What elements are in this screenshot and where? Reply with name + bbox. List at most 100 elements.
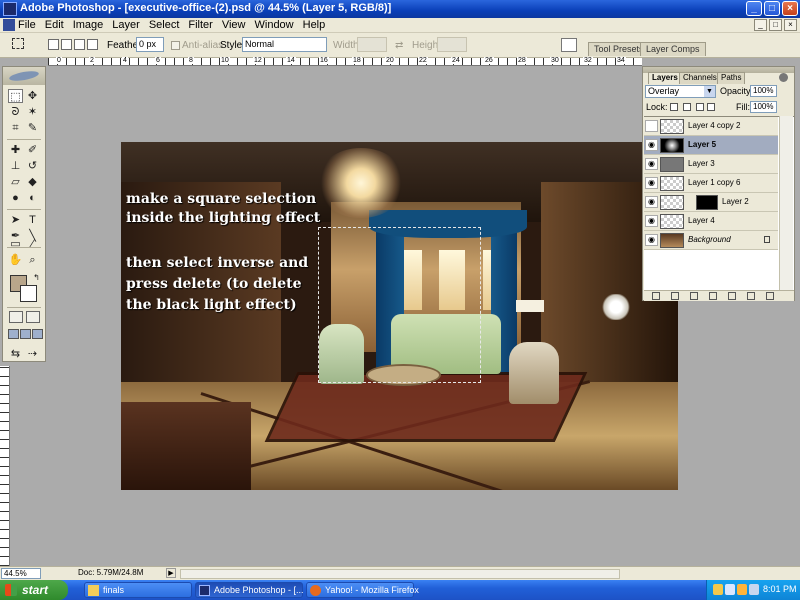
minimize-button[interactable]: _ [746, 1, 762, 16]
menu-edit[interactable]: Edit [45, 19, 64, 31]
tab-layers[interactable]: Layers [648, 72, 682, 84]
magic-wand-tool-icon[interactable]: ✶ [25, 105, 40, 119]
lock-all-icon[interactable] [707, 103, 715, 111]
opacity-input[interactable]: 100% [750, 85, 777, 97]
move-tool-icon[interactable]: ✥ [25, 89, 40, 103]
eye-icon[interactable]: ◉ [645, 215, 658, 227]
eye-icon[interactable]: ◉ [645, 177, 658, 189]
doc-restore-button[interactable]: □ [769, 19, 782, 31]
layer-row[interactable]: ◉ Background [644, 231, 778, 250]
antialias-checkbox[interactable] [171, 41, 180, 50]
visibility-toggle[interactable] [645, 120, 658, 132]
clone-stamp-tool-icon[interactable]: ⊥ [8, 159, 23, 173]
zoom-tool-icon[interactable]: ⌕ [25, 253, 40, 267]
rect-marquee-tool-icon[interactable]: ⬚ [8, 89, 23, 103]
rectangular-marquee-preset-icon[interactable] [12, 38, 24, 49]
height-input[interactable] [437, 37, 467, 52]
lock-image-icon[interactable] [683, 103, 691, 111]
history-brush-tool-icon[interactable]: ↺ [25, 159, 40, 173]
document-canvas[interactable]: make a square selection inside the light… [121, 142, 678, 490]
path-selection-tool-icon[interactable]: ➤ [8, 213, 23, 227]
new-group-icon[interactable] [728, 292, 736, 300]
layers-scrollbar[interactable] [779, 116, 793, 290]
eye-icon[interactable]: ◉ [645, 196, 658, 208]
layer-row[interactable]: ◉ Layer 3 [644, 155, 778, 174]
trash-icon[interactable] [766, 292, 774, 300]
volume-icon[interactable] [749, 584, 759, 595]
tab-channels[interactable]: Channels [679, 72, 721, 84]
menu-window[interactable]: Window [255, 19, 294, 31]
close-button[interactable]: × [782, 1, 798, 16]
taskbar-item-firefox[interactable]: Yahoo! - Mozilla Firefox [306, 582, 419, 598]
hand-tool-icon[interactable]: ✋ [8, 253, 23, 267]
quick-mask-mode-button[interactable] [26, 311, 40, 323]
marquee-selection[interactable] [318, 227, 481, 383]
blur-tool-icon[interactable]: ● [8, 191, 23, 205]
background-color-swatch[interactable] [20, 285, 37, 302]
add-mask-icon[interactable] [690, 292, 698, 300]
lock-transparency-icon[interactable] [670, 103, 678, 111]
palette-well-icon[interactable] [561, 38, 577, 52]
menu-image[interactable]: Image [73, 19, 104, 31]
palette-menu-icon[interactable] [779, 73, 788, 82]
layer-row[interactable]: ◉ Layer 5 [644, 136, 778, 155]
horizontal-scrollbar[interactable] [180, 569, 620, 579]
layer-row[interactable]: Layer 4 copy 2 [644, 117, 778, 136]
layer-row[interactable]: ◉ Layer 4 [644, 212, 778, 231]
maximize-button[interactable]: □ [764, 1, 780, 16]
lasso-tool-icon[interactable]: ᘐ [8, 105, 23, 119]
jump-to-imageready-icon[interactable]: ⇆ [8, 347, 23, 361]
start-button[interactable]: start [0, 580, 68, 600]
style-select[interactable]: Normal [242, 37, 327, 52]
menu-layer[interactable]: Layer [112, 19, 140, 31]
dodge-tool-icon[interactable]: ◐ [25, 191, 40, 205]
subtract-selection-icon[interactable] [74, 39, 85, 50]
tab-paths[interactable]: Paths [717, 72, 746, 84]
eyedropper-tool-icon[interactable]: ⁄ [25, 237, 40, 251]
shield-icon[interactable] [713, 584, 723, 595]
doc-close-button[interactable]: × [784, 19, 797, 31]
tab-layer-comps[interactable]: Layer Comps [640, 42, 706, 56]
security-alert-icon[interactable] [737, 584, 747, 595]
zoom-field[interactable]: 44.5% [1, 568, 41, 579]
brush-tool-icon[interactable]: ✐ [25, 143, 40, 157]
standard-screen-button[interactable] [8, 329, 19, 339]
taskbar-item-finals[interactable]: finals [84, 582, 192, 598]
photoshop-app-icon[interactable] [3, 2, 17, 16]
intersect-selection-icon[interactable] [87, 39, 98, 50]
feather-input[interactable]: 0 px [136, 37, 164, 52]
eye-icon[interactable]: ◉ [645, 139, 658, 151]
taskbar-item-photoshop[interactable]: Adobe Photoshop - [... [195, 582, 304, 598]
menu-view[interactable]: View [222, 19, 246, 31]
menu-file[interactable]: File [18, 19, 36, 31]
lock-position-icon[interactable] [696, 103, 704, 111]
width-input[interactable] [357, 37, 387, 52]
eye-icon[interactable]: ◉ [645, 234, 658, 246]
full-screen-menu-button[interactable] [20, 329, 31, 339]
adjustment-layer-icon[interactable] [709, 292, 717, 300]
swap-icon[interactable]: ⇄ [395, 40, 403, 51]
paint-bucket-tool-icon[interactable]: ◆ [25, 175, 40, 189]
slice-tool-icon[interactable]: ✎ [25, 121, 40, 135]
imageready-icon[interactable]: ⇢ [25, 347, 40, 361]
healing-brush-tool-icon[interactable]: ✚ [8, 143, 23, 157]
crop-tool-icon[interactable]: ⌗ [8, 121, 23, 135]
blend-mode-select[interactable]: Overlay ▼ [645, 85, 716, 98]
layer-row[interactable]: ◉ Layer 2 [644, 193, 778, 212]
new-selection-icon[interactable] [48, 39, 59, 50]
eraser-tool-icon[interactable]: ▱ [8, 175, 23, 189]
layer-style-icon[interactable] [671, 292, 679, 300]
layer-row[interactable]: ◉ Layer 1 copy 6 [644, 174, 778, 193]
toolbox-header[interactable] [3, 67, 45, 85]
add-selection-icon[interactable] [61, 39, 72, 50]
new-layer-icon[interactable] [747, 292, 755, 300]
document-icon[interactable] [3, 19, 15, 31]
link-layers-icon[interactable] [652, 292, 660, 300]
type-tool-icon[interactable]: T [25, 213, 40, 227]
standard-mode-button[interactable] [9, 311, 23, 323]
doc-minimize-button[interactable]: _ [754, 19, 767, 31]
eye-icon[interactable]: ◉ [645, 158, 658, 170]
full-screen-button[interactable] [32, 329, 43, 339]
network-icon[interactable] [725, 584, 735, 595]
status-menu-arrow-icon[interactable]: ▶ [166, 568, 176, 578]
